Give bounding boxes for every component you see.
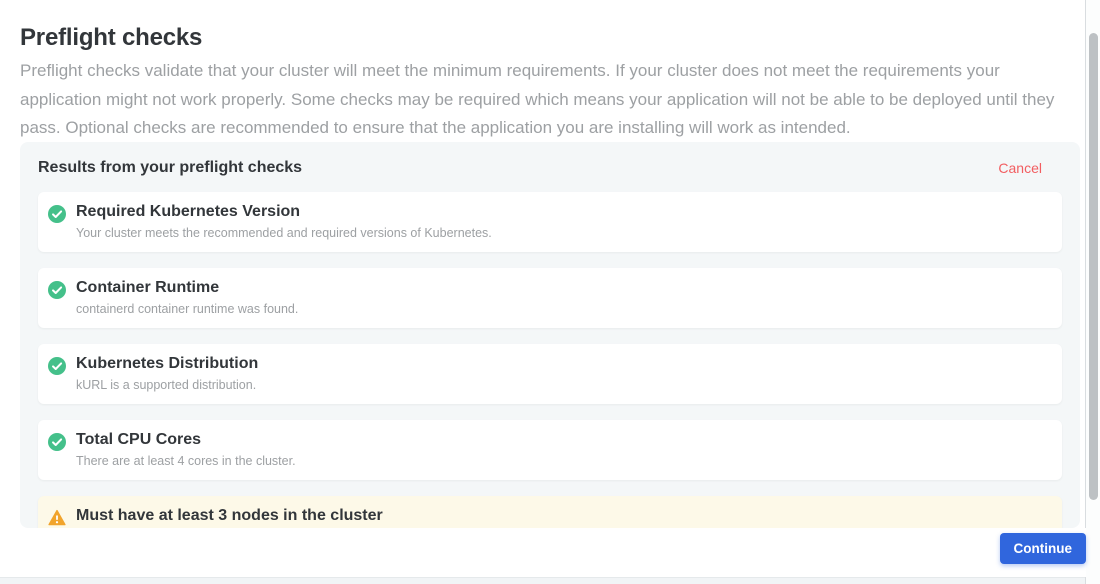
check-body: Must have at least 3 nodes in the cluste… — [76, 507, 383, 528]
panel-header: Results from your preflight checks Cance… — [38, 158, 1062, 178]
check-body: Container Runtime containerd container r… — [76, 279, 298, 316]
check-body: Total CPU Cores There are at least 4 cor… — [76, 431, 296, 468]
check-passed-icon — [48, 433, 66, 451]
check-message: Your cluster meets the recommended and r… — [76, 226, 492, 240]
preflight-checks-page: Preflight checks Preflight checks valida… — [0, 0, 1100, 584]
check-passed-icon — [48, 357, 66, 375]
check-card: Total CPU Cores There are at least 4 cor… — [38, 420, 1062, 480]
scrollbar-thumb[interactable] — [1089, 33, 1098, 500]
scrollbar-track[interactable] — [1085, 0, 1100, 584]
footer-bar: Continue — [0, 528, 1086, 577]
panel-title: Results from your preflight checks — [38, 159, 302, 177]
check-card: Container Runtime containerd container r… — [38, 268, 1062, 328]
check-message: kURL is a supported distribution. — [76, 378, 258, 392]
check-message: containerd container runtime was found. — [76, 302, 298, 316]
cancel-button[interactable]: Cancel — [998, 160, 1042, 176]
check-body: Required Kubernetes Version Your cluster… — [76, 203, 492, 240]
continue-button[interactable]: Continue — [1000, 533, 1087, 564]
next-section-edge — [0, 577, 1085, 584]
warning-icon — [48, 509, 66, 527]
check-title: Container Runtime — [76, 279, 298, 297]
page-description: Preflight checks validate that your clus… — [20, 57, 1070, 143]
check-card: Must have at least 3 nodes in the cluste… — [38, 496, 1062, 528]
check-message: There are at least 4 cores in the cluste… — [76, 454, 296, 468]
check-title: Kubernetes Distribution — [76, 355, 258, 373]
check-body: Kubernetes Distribution kURL is a suppor… — [76, 355, 258, 392]
check-title: Must have at least 3 nodes in the cluste… — [76, 507, 383, 525]
check-passed-icon — [48, 205, 66, 223]
checks-list: Required Kubernetes Version Your cluster… — [38, 192, 1062, 528]
check-title: Total CPU Cores — [76, 431, 296, 449]
preflight-results-panel: Results from your preflight checks Cance… — [20, 142, 1080, 528]
check-card: Kubernetes Distribution kURL is a suppor… — [38, 344, 1062, 404]
check-passed-icon — [48, 281, 66, 299]
check-card: Required Kubernetes Version Your cluster… — [38, 192, 1062, 252]
page-title: Preflight checks — [20, 24, 202, 52]
check-title: Required Kubernetes Version — [76, 203, 492, 221]
